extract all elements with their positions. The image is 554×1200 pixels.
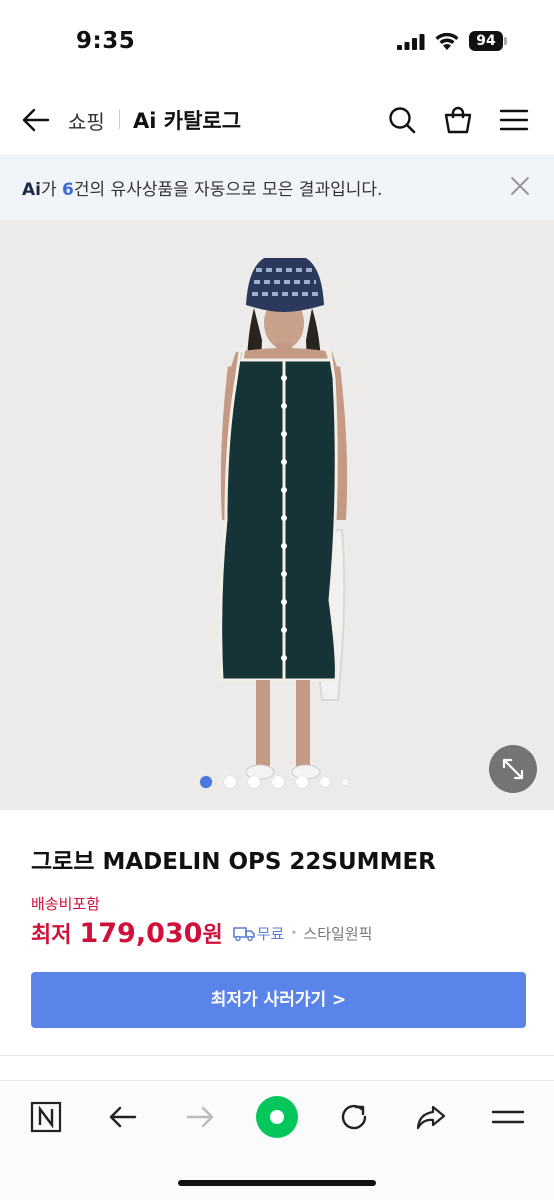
gallery-dot-6[interactable] — [320, 777, 330, 787]
status-bar: 9:35 94 — [0, 0, 554, 84]
shipping-note: 배송비포함 — [31, 895, 101, 913]
notice-part2: 건의 유사상품을 자동으로 모은 결과입니다. — [73, 180, 383, 200]
notice-count: 6 — [62, 180, 74, 200]
gallery-dot-3[interactable] — [248, 776, 260, 788]
gallery-dot-2[interactable] — [224, 776, 236, 788]
gallery-dot-5[interactable] — [296, 776, 308, 788]
gallery-dot-4[interactable] — [272, 776, 284, 788]
wifi-icon — [435, 32, 459, 50]
gallery-dot-1[interactable] — [200, 776, 212, 788]
delivery-free-label: 무료 — [256, 924, 285, 943]
top-nav-header: 쇼핑 Ai 카탈로그 — [0, 92, 554, 148]
search-icon[interactable] — [386, 104, 418, 136]
forward-icon[interactable] — [180, 1097, 220, 1137]
gallery-pagination — [200, 775, 360, 789]
breadcrumb-divider — [119, 109, 120, 129]
home-indicator — [178, 1180, 376, 1186]
ai-notice-banner: Ai가 6건의 유사상품을 자동으로 모은 결과입니다. — [0, 154, 554, 220]
back-arrow-icon[interactable] — [20, 104, 52, 136]
page-title: Ai 카탈로그 — [133, 109, 242, 133]
lowest-price-buy-button[interactable]: 최저가 사러가기 > — [31, 972, 526, 1028]
battery-indicator: 94 — [469, 31, 503, 51]
status-time: 9:35 — [76, 28, 136, 54]
section-divider — [0, 1055, 554, 1056]
reload-icon[interactable] — [334, 1097, 374, 1137]
hamburger-menu-icon[interactable] — [498, 104, 530, 136]
breadcrumb-shopping[interactable]: 쇼핑 — [68, 106, 105, 135]
product-name: 그로브 MADELIN OPS 22SUMMER — [31, 849, 436, 875]
notice-text: Ai가 6건의 유사상품을 자동으로 모은 결과입니다. — [22, 175, 382, 200]
expand-icon[interactable] — [489, 745, 537, 793]
notice-part1: 가 — [40, 180, 63, 200]
battery-tip — [504, 37, 507, 45]
price-row: 최저 179,030 원 무료 • 스타일원픽 — [31, 916, 372, 950]
delivery-truck-icon — [232, 927, 255, 941]
menu-icon[interactable] — [488, 1097, 528, 1137]
cellular-signal-icon — [397, 34, 425, 50]
price-value: 179,030 — [79, 917, 203, 949]
shopping-bag-icon[interactable] — [442, 104, 474, 136]
close-icon[interactable] — [508, 174, 532, 198]
notice-ai-prefix: Ai — [22, 180, 41, 200]
back-icon[interactable] — [103, 1097, 143, 1137]
share-icon[interactable] — [411, 1097, 451, 1137]
seller-name[interactable]: 스타일원픽 — [303, 923, 372, 944]
naver-n-icon[interactable] — [26, 1097, 66, 1137]
price-unit: 원 — [202, 923, 223, 948]
green-dot-home-icon[interactable] — [255, 1095, 299, 1139]
product-image[interactable] — [0, 220, 554, 810]
product-photo-illustration — [0, 220, 554, 810]
gallery-dot-more — [342, 779, 348, 785]
price-label: 최저 — [31, 923, 72, 948]
separator-dot: • — [290, 926, 298, 940]
